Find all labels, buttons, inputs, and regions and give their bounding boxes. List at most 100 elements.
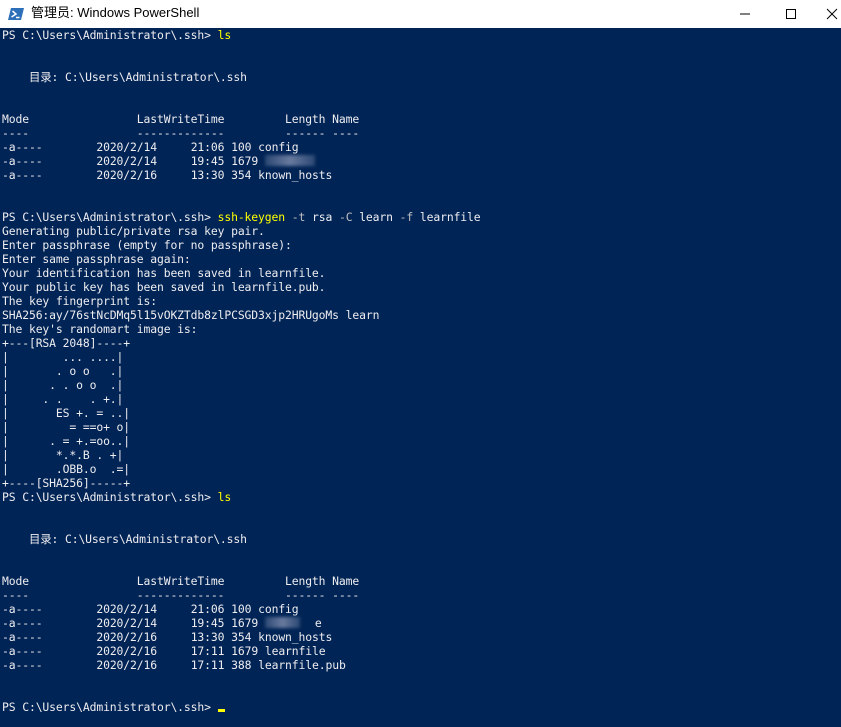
minimize-button[interactable]	[722, 0, 768, 28]
randomart-line: +----[SHA256]-----+	[2, 476, 131, 490]
randomart-line: | . . o o .|	[2, 378, 124, 392]
table-row: -a---- 2020/2/16 17:11 1679 learnfile	[2, 644, 326, 658]
console-output[interactable]: PS C:\Users\Administrator\.ssh> ls 目录: C…	[2, 28, 841, 727]
output-line: Enter same passphrase again:	[2, 252, 191, 266]
file-name: config	[258, 140, 299, 154]
randomart-line: | = ==o+ o|	[2, 420, 131, 434]
output-line: The key's randomart image is:	[2, 322, 198, 336]
flag-t: -t	[291, 210, 306, 224]
file-date: 2020/2/16	[96, 630, 157, 644]
output-line: Your public key has been saved in learnf…	[2, 280, 326, 294]
powershell-window: 管理员: Windows PowerShell PS C:\Users\Admi…	[0, 0, 841, 727]
file-name: e	[314, 616, 322, 630]
file-time: 19:45	[190, 154, 225, 168]
prompt-line: PS C:\Users\Administrator\.ssh> ssh-keyg…	[2, 210, 481, 224]
randomart-line: | ... ....|	[2, 350, 124, 364]
file-time: 21:06	[190, 140, 225, 154]
file-time: 13:30	[190, 168, 225, 182]
file-mode: -a----	[2, 168, 43, 182]
file-name: known_hosts	[258, 168, 333, 182]
flag-c: -C	[338, 210, 353, 224]
table-row: -a---- 2020/2/16 13:30 354 known_hosts	[2, 630, 332, 644]
table-row: -a---- 2020/2/14 19:45 1679	[2, 154, 315, 168]
file-date: 2020/2/16	[96, 168, 157, 182]
window-title: 管理员: Windows PowerShell	[31, 5, 200, 20]
file-time: 19:45	[190, 616, 225, 630]
maximize-button[interactable]	[768, 0, 814, 28]
file-date: 2020/2/14	[96, 154, 157, 168]
file-mode: -a----	[2, 630, 43, 644]
file-length: 1679	[231, 616, 259, 630]
file-length: 354	[231, 630, 252, 644]
value-f: learnfile	[419, 210, 481, 224]
file-name: known_hosts	[258, 630, 333, 644]
file-mode: -a----	[2, 140, 43, 154]
text-cursor[interactable]	[217, 709, 225, 712]
table-row: -a---- 2020/2/14 21:06 100 config	[2, 140, 299, 154]
prompt-line: PS C:\Users\Administrator\.ssh> ls	[2, 490, 231, 504]
close-icon	[826, 8, 838, 20]
command: ls	[217, 490, 232, 504]
file-date: 2020/2/14	[96, 602, 157, 616]
prompt: PS C:\Users\Administrator\.ssh>	[2, 490, 218, 504]
output-line: The key fingerprint is:	[2, 294, 157, 308]
minimize-icon	[740, 13, 750, 15]
table-header: Mode LastWriteTime Length Name	[2, 112, 360, 126]
file-date: 2020/2/16	[96, 658, 157, 672]
file-time: 17:11	[190, 644, 225, 658]
randomart-line: | . = +.=oo..|	[2, 434, 131, 448]
output-line: Your identification has been saved in le…	[2, 266, 326, 280]
file-mode: -a----	[2, 616, 43, 630]
flag-f: -f	[399, 210, 414, 224]
file-length: 354	[231, 168, 252, 182]
file-length: 1679	[231, 644, 259, 658]
file-mode: -a----	[2, 154, 43, 168]
output-line: SHA256:ay/76stNcDMq5l15vOKZTdb8zlPCSGD3x…	[2, 308, 380, 322]
redacted-filename	[264, 155, 315, 166]
maximize-icon	[786, 9, 796, 19]
file-length: 1679	[231, 154, 259, 168]
value-t: rsa	[311, 210, 333, 224]
table-row: -a---- 2020/2/14 21:06 100 config	[2, 602, 299, 616]
title-bar[interactable]: 管理员: Windows PowerShell	[0, 0, 841, 28]
file-name: config	[258, 602, 299, 616]
close-button[interactable]	[814, 0, 841, 28]
directory-label: 目录: C:\Users\Administrator\.ssh	[2, 70, 247, 84]
redacted-filename	[264, 617, 300, 628]
table-row: -a---- 2020/2/16 13:30 354 known_hosts	[2, 168, 332, 182]
file-date: 2020/2/14	[96, 140, 157, 154]
file-name: learnfile	[264, 644, 326, 658]
randomart-line: | ES +. = ..|	[2, 406, 131, 420]
file-date: 2020/2/16	[96, 644, 157, 658]
command: ssh-keygen	[217, 210, 286, 224]
directory-label: 目录: C:\Users\Administrator\.ssh	[2, 532, 247, 546]
randomart-line: | . o o .|	[2, 364, 124, 378]
file-mode: -a----	[2, 644, 43, 658]
prompt: PS C:\Users\Administrator\.ssh>	[2, 700, 218, 714]
output-line: Enter passphrase (empty for no passphras…	[2, 238, 292, 252]
file-length: 388	[231, 658, 252, 672]
file-time: 17:11	[190, 658, 225, 672]
command: ls	[217, 28, 232, 42]
file-name: learnfile.pub	[258, 658, 346, 672]
powershell-icon	[8, 6, 24, 22]
file-date: 2020/2/14	[96, 616, 157, 630]
table-row: -a---- 2020/2/16 17:11 388 learnfile.pub	[2, 658, 346, 672]
table-header-underline: ---- ------------- ------ ----	[2, 126, 360, 140]
randomart-line: | *.*.B . +|	[2, 448, 124, 462]
file-length: 100	[231, 140, 252, 154]
value-c: learn	[359, 210, 393, 224]
randomart-line: | . . . +.|	[2, 392, 124, 406]
file-length: 100	[231, 602, 252, 616]
prompt: PS C:\Users\Administrator\.ssh>	[2, 210, 218, 224]
randomart-line: | .OBB.o .=|	[2, 462, 131, 476]
prompt-line: PS C:\Users\Administrator\.ssh> ls	[2, 28, 231, 42]
file-time: 21:06	[190, 602, 225, 616]
prompt: PS C:\Users\Administrator\.ssh>	[2, 28, 218, 42]
file-mode: -a----	[2, 658, 43, 672]
table-header: Mode LastWriteTime Length Name	[2, 574, 360, 588]
output-line: Generating public/private rsa key pair.	[2, 224, 265, 238]
table-header-underline: ---- ------------- ------ ----	[2, 588, 360, 602]
prompt-line: PS C:\Users\Administrator\.ssh>	[2, 700, 225, 714]
randomart-line: +---[RSA 2048]----+	[2, 336, 131, 350]
